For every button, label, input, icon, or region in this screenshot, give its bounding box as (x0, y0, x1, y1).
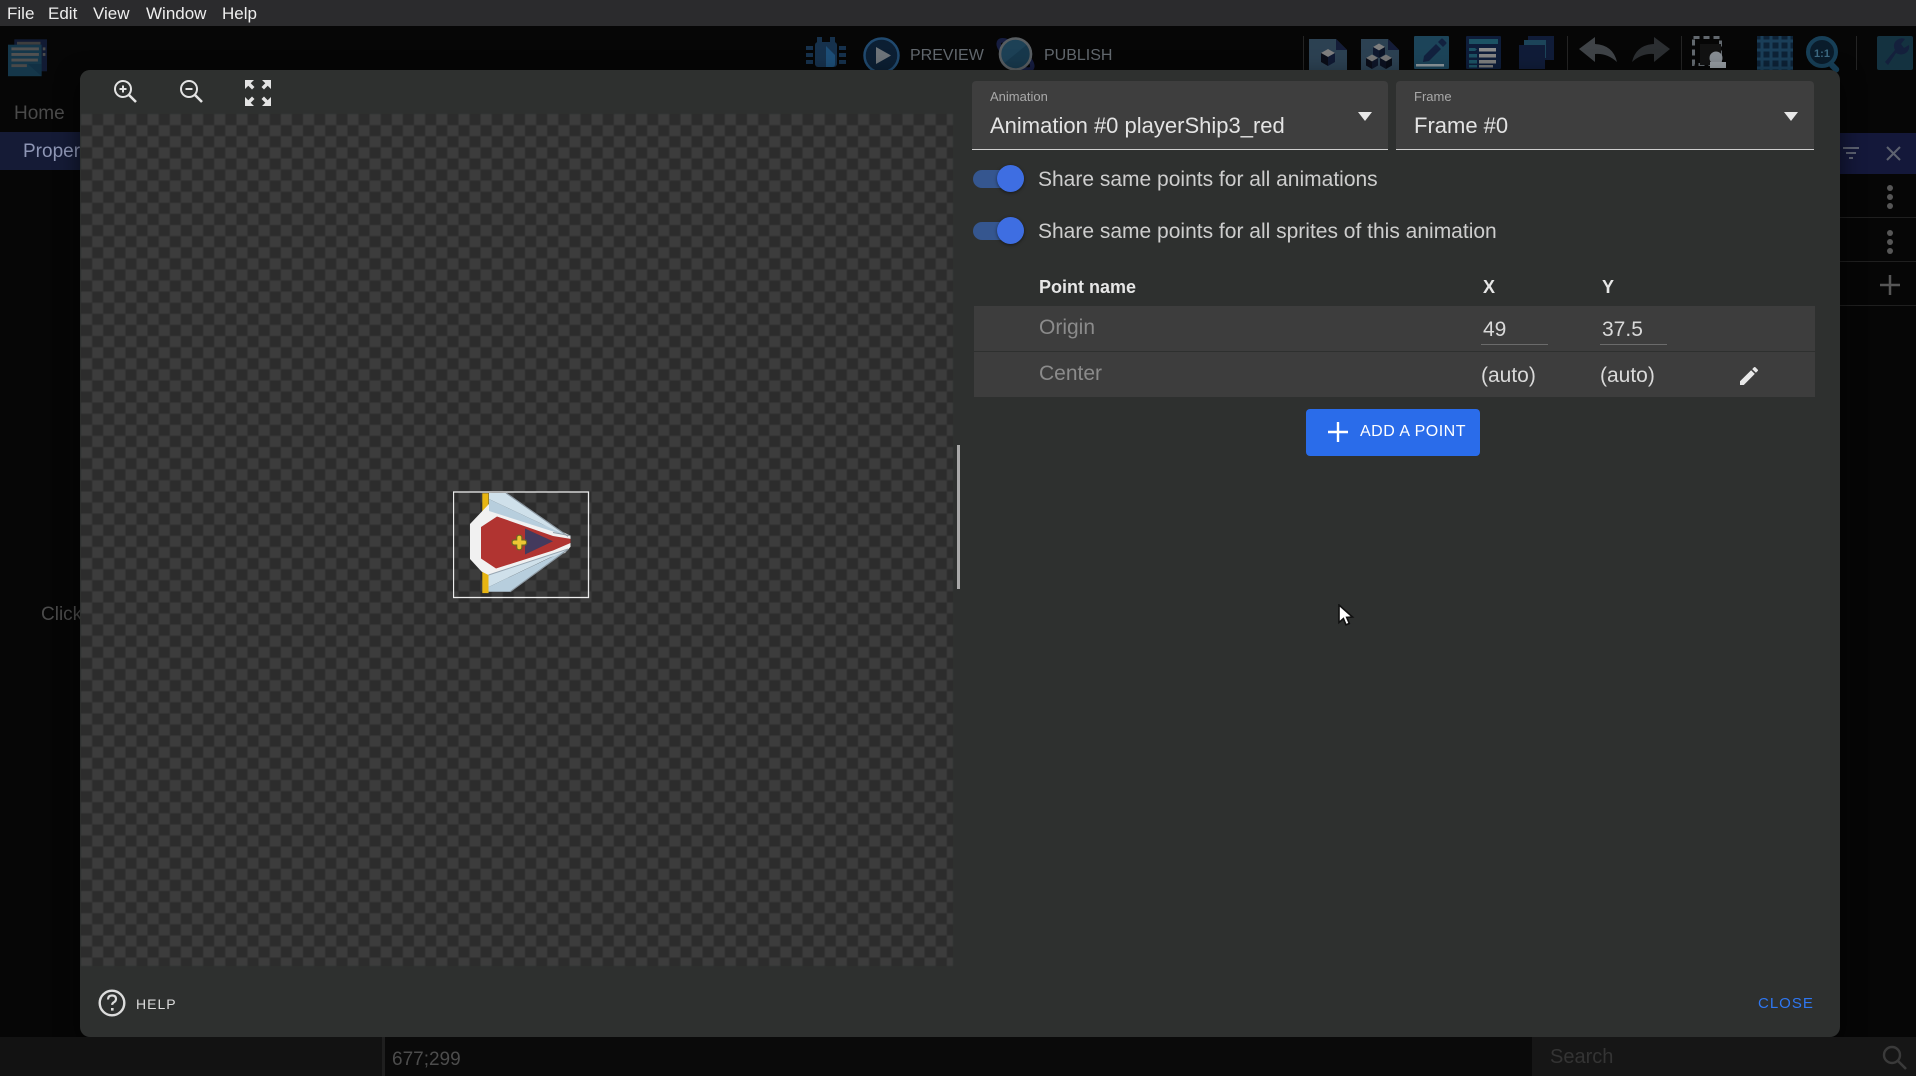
svg-text:1:1: 1:1 (1814, 48, 1830, 60)
